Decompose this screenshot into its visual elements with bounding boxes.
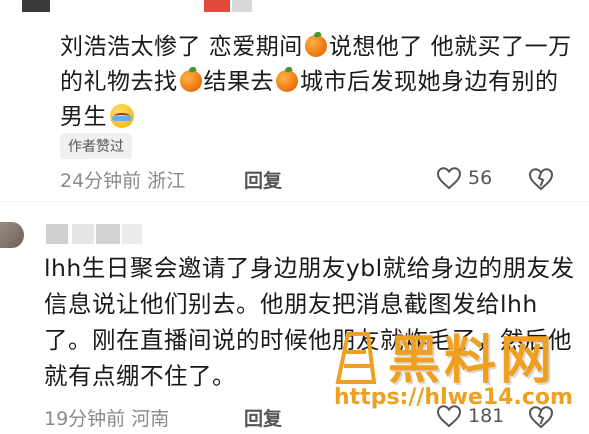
comment-1-text: 刘浩浩太惨了 恋爱期间 说想他了 他就买了一万 的礼物去找 结果去 城市后发现她身边有… (60, 34, 572, 130)
orange-emoji (179, 70, 202, 92)
comment-time-location: 24分钟前 浙江 (60, 170, 186, 192)
comment-2-meta: 19分钟前 河南 回复 181 (44, 404, 589, 434)
like-count: 181 (468, 405, 505, 427)
crying-laughing-emoji (110, 104, 134, 128)
heart-icon (436, 405, 462, 428)
orange-emoji (304, 35, 327, 57)
like-button[interactable]: 181 (436, 404, 504, 428)
username-redacted (122, 224, 142, 244)
dislike-heart-icon[interactable] (528, 404, 554, 430)
username-redacted (46, 224, 68, 244)
orange-emoji (276, 70, 298, 92)
reply-button[interactable]: 回复 (244, 166, 282, 193)
avatar[interactable] (0, 222, 24, 248)
heart-icon (436, 167, 462, 190)
watermark-logo-icon (335, 332, 377, 384)
username-redacted (72, 224, 94, 244)
watermark-title: 黑料网 (388, 331, 557, 391)
like-count: 56 (468, 167, 493, 189)
author-liked-badge: 作者赞过 (60, 133, 132, 159)
previous-comment-strip (0, 0, 589, 14)
comment-1-meta: 24分钟前 浙江 回复 56 (60, 166, 589, 196)
comment-time-location: 19分钟前 河南 (44, 408, 170, 430)
reply-button[interactable]: 回复 (244, 404, 282, 431)
like-button[interactable]: 56 (436, 166, 492, 190)
dislike-heart-icon[interactable] (528, 166, 554, 192)
comment-divider (0, 201, 589, 202)
username-redacted (96, 224, 120, 244)
